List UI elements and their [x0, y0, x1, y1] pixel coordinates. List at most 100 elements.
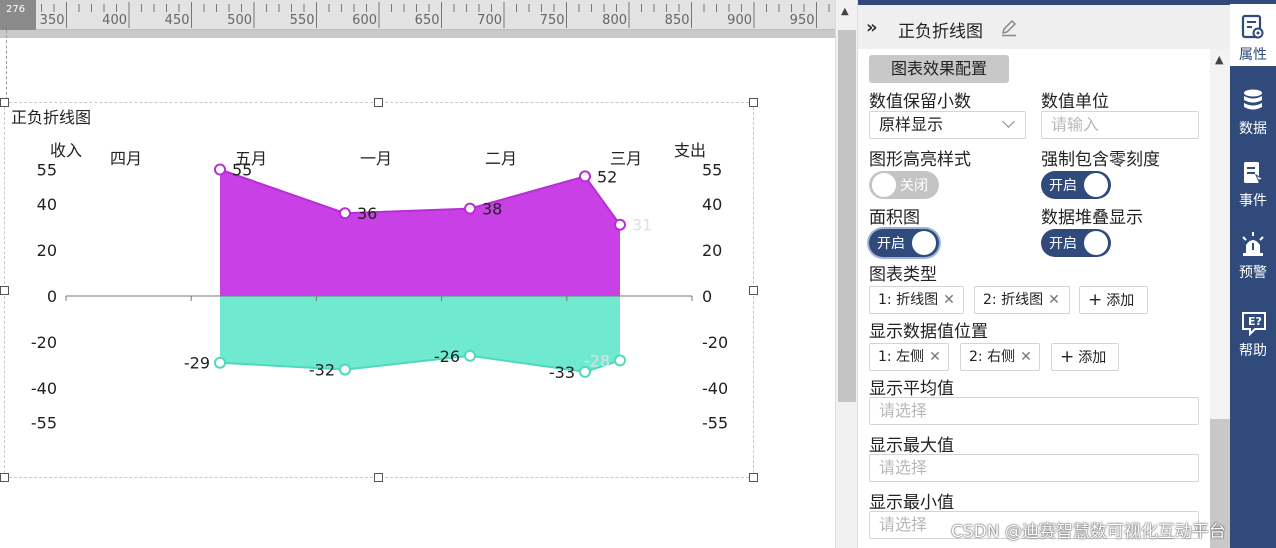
chart-svg: 正负折线图收入 支出四月 五月 一月 二月 三月55 5540 4020 200 0-20 -20-…	[11, 108, 728, 433]
unit-label: 数值单位	[1041, 92, 1109, 112]
nav-item-alarm[interactable]: 预警	[1230, 222, 1276, 284]
nav-label: 数据	[1239, 121, 1267, 137]
toggle-knob	[872, 173, 896, 197]
positive-point	[214, 163, 226, 176]
y-tick-label-left: 20	[37, 241, 57, 260]
toggle-knob	[912, 231, 936, 255]
alarm-icon	[1242, 232, 1264, 256]
zero-scale-toggle[interactable]: 开启	[1041, 171, 1111, 199]
app-root: 3003504004505005506006507007508008509009…	[0, 0, 1276, 548]
positive-point	[339, 207, 351, 220]
chip-label: 1: 折线图	[878, 292, 939, 308]
y-tick-label-right: -55	[702, 414, 728, 433]
area-toggle[interactable]: 开启	[869, 229, 939, 257]
panel-header: » 正负折线图	[858, 5, 1231, 49]
positive-data-label: 36	[357, 204, 377, 223]
x-tick-label: 一月	[360, 149, 392, 168]
collapse-panel-icon[interactable]: »	[866, 17, 878, 38]
nav-item-event[interactable]: 事件	[1230, 150, 1276, 212]
avg-label: 显示平均值	[869, 379, 954, 399]
remove-icon[interactable]: ✕	[1020, 349, 1032, 365]
negative-data-label: -33	[549, 363, 575, 382]
nav-item-properties[interactable]: 属性	[1230, 4, 1276, 66]
negative-data-label: -28	[584, 351, 610, 370]
unit-input[interactable]: 请输入	[1041, 111, 1199, 139]
add-position-button[interactable]: + 添加	[1051, 343, 1119, 371]
negative-point	[464, 349, 476, 362]
nav-item-data[interactable]: 数据	[1230, 78, 1276, 140]
position-chip-1[interactable]: 1: 左侧 ✕	[869, 343, 949, 371]
y-tick-label-right: -20	[702, 333, 728, 352]
chip-label: 1: 左侧	[878, 349, 925, 365]
positive-point	[579, 170, 591, 183]
positive-data-label: 31	[632, 216, 652, 235]
chip-label: 2: 右侧	[969, 349, 1016, 365]
left-axis-label: 收入	[50, 141, 82, 160]
toggle-label: 开启	[877, 236, 905, 252]
event-icon	[1244, 162, 1265, 185]
chart-type-chip-2[interactable]: 2: 折线图 ✕	[974, 286, 1070, 314]
y-tick-label-right: 20	[702, 241, 722, 260]
x-tick-label: 三月	[610, 149, 642, 168]
negative-point	[214, 356, 226, 369]
remove-icon[interactable]: ✕	[943, 292, 955, 308]
y-tick-label-right: -40	[702, 379, 728, 398]
right-nav: 属性 数据 事件 预警 E? 帮助	[1230, 0, 1276, 548]
positive-data-label: 52	[597, 167, 617, 186]
chart-type-chip-1[interactable]: 1: 折线图 ✕	[869, 286, 964, 314]
y-tick-label-left: -20	[31, 333, 57, 352]
nav-label: 属性	[1239, 47, 1267, 63]
property-panel: » 正负折线图 图表效果配置 数值保留小数 数值单位 原样显示 请输入 图形高亮…	[857, 0, 1231, 548]
scroll-up-arrow-icon[interactable]: ▲	[1215, 53, 1223, 66]
toggle-label: 开启	[1049, 178, 1077, 194]
y-tick-label-left: -55	[31, 414, 57, 433]
position-chip-2[interactable]: 2: 右侧 ✕	[960, 343, 1040, 371]
remove-icon[interactable]: ✕	[929, 349, 941, 365]
decimal-select-value: 原样显示	[879, 115, 944, 134]
canvas-vertical-scrollbar[interactable]: ▲	[835, 0, 857, 548]
negative-point	[614, 354, 626, 367]
max-label: 显示最大值	[869, 436, 954, 456]
nav-item-help[interactable]: E? 帮助	[1230, 300, 1276, 362]
nav-label: 预警	[1239, 265, 1267, 281]
y-tick-label-right: 0	[702, 287, 712, 306]
chart-title: 正负折线图	[11, 108, 91, 127]
y-tick-label-left: -40	[31, 379, 57, 398]
scroll-up-arrow-icon[interactable]: ▲	[841, 6, 849, 17]
x-tick-label: 四月	[110, 149, 142, 168]
plus-icon: +	[1088, 290, 1103, 310]
positive-point	[464, 202, 476, 215]
design-canvas[interactable]: 3003504004505005506006507007508008509009…	[0, 0, 835, 548]
add-label: 添加	[1106, 293, 1135, 309]
edit-title-icon[interactable]	[1000, 19, 1018, 37]
decimal-label: 数值保留小数	[869, 92, 971, 112]
panel-title: 正负折线图	[898, 22, 983, 42]
stack-toggle[interactable]: 开启	[1041, 229, 1111, 257]
nav-label: 事件	[1239, 193, 1267, 209]
y-tick-label-left: 0	[47, 287, 57, 306]
scrollbar-thumb[interactable]	[838, 30, 856, 402]
help-icon: E?	[1242, 312, 1266, 336]
max-select[interactable]: 请选择	[869, 454, 1199, 482]
positive-data-label: 55	[232, 161, 252, 180]
y-tick-label-right: 55	[702, 161, 722, 180]
section-tag-chart-effect[interactable]: 图表效果配置	[869, 55, 1009, 83]
toggle-label: 开启	[1049, 236, 1077, 252]
add-chart-type-button[interactable]: + 添加	[1079, 286, 1148, 314]
highlight-toggle[interactable]: 关闭	[869, 171, 939, 199]
positive-area	[220, 169, 620, 296]
positive-data-label: 38	[482, 200, 502, 219]
watermark: CSDN @迪赛智慧数可视化互动平台	[951, 522, 1226, 542]
x-tick-label: 二月	[485, 149, 517, 168]
value-position-label: 显示数据值位置	[869, 322, 988, 342]
panel-scrollbar[interactable]: ▲	[1210, 49, 1231, 548]
negative-data-label: -32	[309, 361, 335, 380]
decimal-select[interactable]: 原样显示	[869, 111, 1026, 139]
area-label: 面积图	[869, 208, 920, 228]
avg-select[interactable]: 请选择	[869, 397, 1199, 425]
zero-scale-label: 强制包含零刻度	[1041, 150, 1160, 170]
panel-body: 图表效果配置 数值保留小数 数值单位 原样显示 请输入 图形高亮样式 强制包含零…	[858, 49, 1210, 548]
remove-icon[interactable]: ✕	[1048, 292, 1060, 308]
right-axis-label: 支出	[674, 141, 706, 160]
plus-icon: +	[1060, 347, 1075, 367]
